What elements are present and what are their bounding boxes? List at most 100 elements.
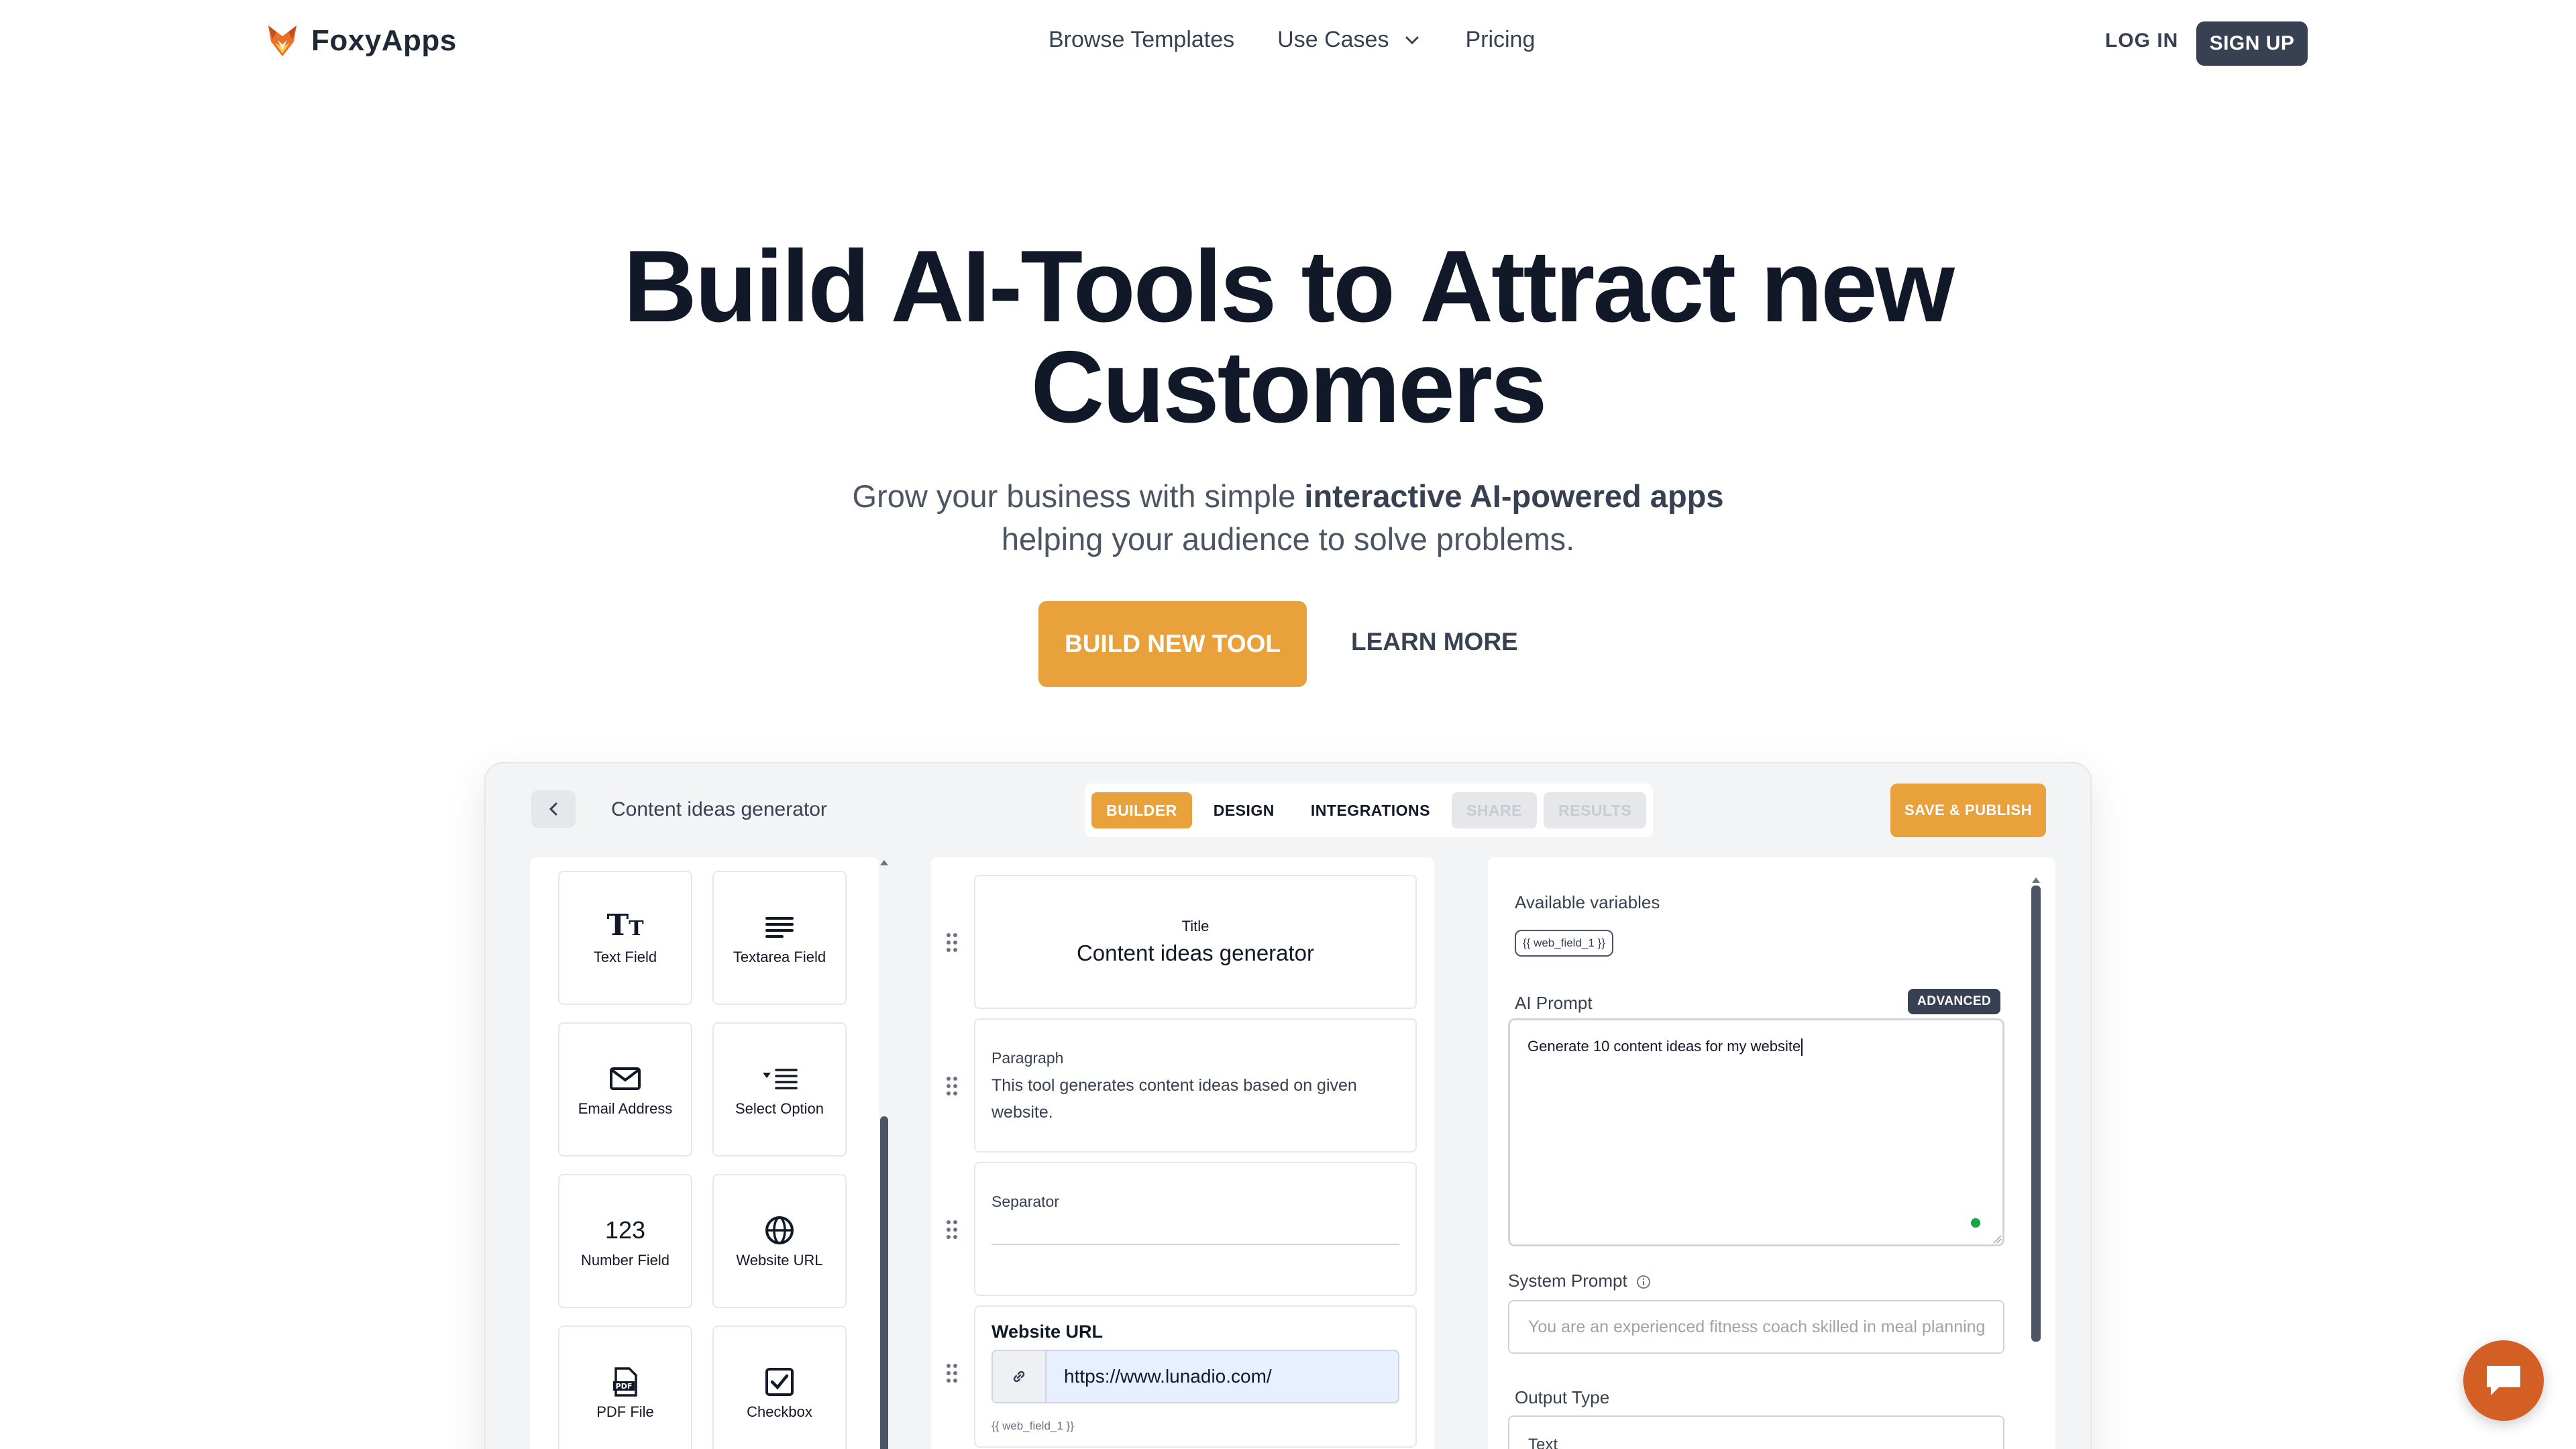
- login-link[interactable]: LOG IN: [2105, 30, 2178, 52]
- tab-builder[interactable]: BUILDER: [1091, 792, 1192, 828]
- drag-handle-icon[interactable]: [946, 1076, 958, 1096]
- field-label: Textarea Field: [733, 949, 826, 965]
- nav-links: Browse Templates Use Cases Pricing: [1049, 27, 1535, 53]
- fox-logo-icon: [268, 25, 297, 56]
- field-checkbox[interactable]: Checkbox: [712, 1326, 847, 1449]
- system-prompt-label: System Prompt: [1508, 1271, 1651, 1291]
- builder-tabs: BUILDER DESIGN INTEGRATIONS SHARE RESULT…: [1085, 784, 1654, 837]
- subtitle-bold: interactive AI-powered apps: [1304, 478, 1724, 514]
- subtitle-text: Grow your business with simple: [852, 478, 1305, 514]
- website-url-block[interactable]: Website URL https://www.lunadio.com/ {{ …: [974, 1305, 1417, 1448]
- textarea-icon: [765, 910, 794, 944]
- output-type-label: Output Type: [1515, 1387, 1610, 1407]
- palette-scrollbar[interactable]: [880, 1116, 888, 1449]
- save-publish-button[interactable]: SAVE & PUBLISH: [1890, 784, 2046, 837]
- ai-prompt-textarea[interactable]: Generate 10 content ideas for my website: [1508, 1018, 2004, 1246]
- url-value: https://www.lunadio.com/: [1064, 1366, 1272, 1387]
- nav-browse-templates[interactable]: Browse Templates: [1049, 27, 1234, 53]
- block-label: Paragraph: [991, 1049, 1064, 1067]
- field-textarea[interactable]: Textarea Field: [712, 871, 847, 1005]
- signup-button[interactable]: SIGN UP: [2196, 21, 2308, 66]
- pdf-icon: PDF: [612, 1365, 639, 1399]
- email-icon: [609, 1062, 641, 1095]
- block-title-value: Content ideas generator: [1076, 941, 1315, 965]
- variables-label: Available variables: [1515, 892, 1660, 912]
- field-label: Website URL: [736, 1252, 823, 1269]
- headline-highlight: Attract new: [1419, 229, 1955, 343]
- system-prompt-input[interactable]: You are an experienced fitness coach ski…: [1508, 1300, 2004, 1354]
- globe-icon: [764, 1214, 795, 1247]
- field-label: Email Address: [578, 1100, 673, 1117]
- settings-scrollbar[interactable]: [2031, 885, 2041, 1342]
- checkbox-icon: [765, 1365, 794, 1399]
- status-dot: [1971, 1218, 1980, 1228]
- field-website-url[interactable]: Website URL: [712, 1174, 847, 1308]
- svg-text:PDF: PDF: [616, 1382, 633, 1391]
- number-glyph: 123: [604, 1216, 646, 1244]
- drag-handle-icon[interactable]: [946, 1220, 958, 1240]
- field-label: Text Field: [593, 949, 657, 965]
- form-canvas: Title Content ideas generator Paragraph …: [931, 857, 1434, 1449]
- logo-text: FoxyApps: [311, 24, 457, 57]
- variable-chip[interactable]: {{ web_field_1 }}: [1515, 930, 1613, 957]
- top-nav: FoxyApps Browse Templates Use Cases Pric…: [0, 0, 2576, 87]
- build-new-tool-button[interactable]: BUILD NEW TOOL: [1038, 601, 1307, 687]
- prompt-text: Generate 10 content ideas for my website: [1527, 1038, 1801, 1055]
- info-icon[interactable]: [1636, 1275, 1651, 1289]
- tab-integrations[interactable]: INTEGRATIONS: [1296, 792, 1445, 828]
- output-type-value: Text: [1528, 1436, 1558, 1449]
- back-button[interactable]: [531, 790, 576, 828]
- nav-use-cases[interactable]: Use Cases: [1277, 27, 1389, 53]
- field-label: Checkbox: [747, 1403, 812, 1420]
- select-icon: [761, 1062, 798, 1095]
- chat-widget-button[interactable]: [2463, 1340, 2544, 1421]
- scroll-up-arrow[interactable]: [880, 860, 888, 865]
- tab-results[interactable]: RESULTS: [1544, 792, 1647, 828]
- hero-headline-line1: Build AI-Tools to Attract new: [0, 229, 2576, 343]
- chevron-down-icon[interactable]: [1401, 29, 1424, 52]
- drag-handle-icon[interactable]: [946, 1363, 958, 1383]
- chat-icon: [2487, 1366, 2520, 1395]
- ai-prompt-label: AI Prompt: [1515, 993, 1593, 1013]
- field-number[interactable]: 123 Number Field: [558, 1174, 692, 1308]
- headline-text: Build AI-Tools to: [623, 229, 1420, 343]
- field-pdf[interactable]: PDF PDF File: [558, 1326, 692, 1449]
- block-label: Website URL: [991, 1322, 1104, 1342]
- text-caret: [1801, 1038, 1803, 1057]
- text-field-icon: TT: [606, 908, 644, 943]
- field-text[interactable]: TT Text Field: [558, 871, 692, 1005]
- field-email[interactable]: Email Address: [558, 1022, 692, 1157]
- url-variable: {{ web_field_1 }}: [991, 1419, 1074, 1432]
- number-icon: 123: [605, 1214, 645, 1247]
- learn-more-link[interactable]: LEARN MORE: [1351, 628, 1518, 656]
- chevron-left-icon: [549, 802, 557, 816]
- separator-block[interactable]: Separator: [974, 1162, 1417, 1296]
- separator-line: [991, 1244, 1399, 1245]
- link-icon: [993, 1351, 1046, 1402]
- website-url-input[interactable]: https://www.lunadio.com/: [991, 1350, 1399, 1403]
- output-type-select[interactable]: Text: [1508, 1415, 2004, 1449]
- title-block[interactable]: Title Content ideas generator: [974, 875, 1417, 1009]
- block-label: Separator: [991, 1193, 1060, 1210]
- settings-panel: Available variables {{ web_field_1 }} AI…: [1488, 857, 2055, 1449]
- nav-pricing[interactable]: Pricing: [1465, 27, 1535, 53]
- tool-title: Content ideas generator: [611, 798, 827, 820]
- tab-share[interactable]: SHARE: [1452, 792, 1538, 828]
- paragraph-block[interactable]: Paragraph This tool generates content id…: [974, 1018, 1417, 1152]
- logo[interactable]: FoxyApps: [267, 24, 457, 58]
- drag-handle-icon[interactable]: [946, 932, 958, 953]
- field-label: Number Field: [580, 1252, 670, 1269]
- advanced-badge[interactable]: ADVANCED: [1908, 989, 2001, 1014]
- tab-design[interactable]: DESIGN: [1199, 792, 1289, 828]
- headline-highlight-2: Customers: [1030, 330, 1548, 444]
- builder-preview: Content ideas generator BUILDER DESIGN I…: [484, 762, 2092, 1449]
- field-select[interactable]: Select Option: [712, 1022, 847, 1157]
- paragraph-text: This tool generates content ideas based …: [991, 1076, 1357, 1122]
- resize-handle-icon[interactable]: [1992, 1234, 2002, 1244]
- hero-subtitle-line2: helping your audience to solve problems.: [1001, 521, 1575, 557]
- hero-headline-line2: Customers: [0, 330, 2576, 444]
- block-label: Title: [1181, 918, 1210, 934]
- scroll-up-arrow[interactable]: [2032, 877, 2040, 883]
- field-label: PDF File: [596, 1403, 654, 1420]
- system-prompt-text: System Prompt: [1508, 1271, 1627, 1291]
